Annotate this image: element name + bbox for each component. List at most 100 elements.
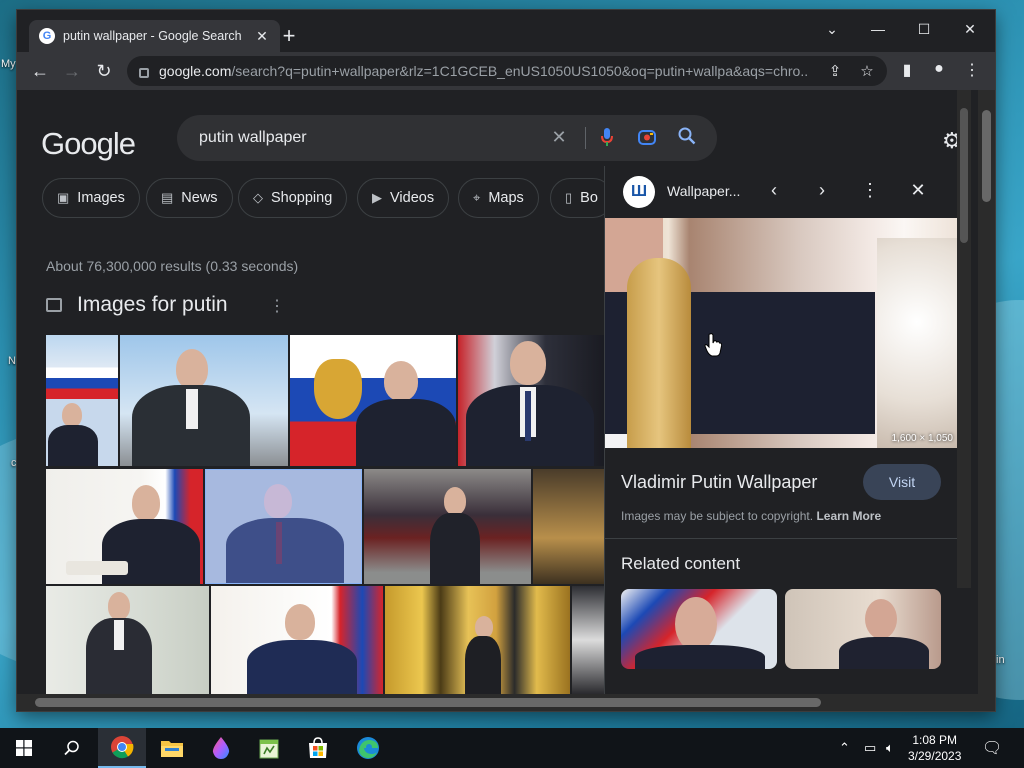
image-result[interactable]: [385, 586, 570, 694]
close-panel-icon[interactable]: ✕: [907, 180, 929, 201]
chevron-right-icon[interactable]: ›: [811, 180, 833, 201]
file-explorer-button[interactable]: [148, 728, 196, 768]
close-window-button[interactable]: ✕: [947, 14, 993, 44]
search-icon[interactable]: [675, 127, 699, 150]
image-result[interactable]: [46, 469, 203, 584]
related-image[interactable]: [621, 589, 777, 669]
chrome-icon: [111, 736, 134, 759]
scroll-thumb[interactable]: [982, 110, 991, 202]
notepad-app-button[interactable]: [245, 728, 293, 768]
edge-icon: [357, 737, 379, 759]
lock-icon[interactable]: [139, 68, 149, 78]
more-options-icon[interactable]: ⋮: [859, 180, 881, 201]
image-result[interactable]: [572, 586, 604, 694]
tab-title: putin wallpaper - Google Search: [63, 29, 242, 43]
windows-taskbar: ⌃ ▭ 🔈︎ 1:08 PM 3/29/2023 🗨︎: [0, 728, 1024, 768]
map-pin-icon: ⌖: [473, 190, 481, 205]
related-image[interactable]: [785, 589, 941, 669]
menu-icon[interactable]: ⋮: [960, 60, 984, 80]
image-icon: [46, 298, 62, 312]
image-result-selected[interactable]: [205, 469, 362, 584]
page-vertical-scrollbar[interactable]: [978, 90, 995, 694]
image-result[interactable]: [364, 469, 531, 584]
forward-button[interactable]: →: [59, 58, 85, 84]
lens-search-icon[interactable]: [635, 127, 659, 152]
page-horizontal-scrollbar[interactable]: [17, 694, 995, 711]
image-result[interactable]: [533, 469, 604, 584]
back-button[interactable]: ←: [27, 58, 53, 84]
scroll-thumb[interactable]: [960, 108, 968, 243]
side-panel-icon[interactable]: ▮: [895, 60, 919, 80]
chip-label: Images: [77, 190, 125, 206]
profile-icon[interactable]: ●: [927, 60, 951, 78]
scroll-thumb[interactable]: [35, 698, 821, 707]
windows-logo-icon: [16, 740, 32, 756]
more-options-icon[interactable]: ⋮: [269, 296, 285, 316]
bookmark-star-icon[interactable]: ☆: [857, 62, 877, 80]
title-bar[interactable]: G putin wallpaper - Google Search ✕ + ⌄ …: [17, 10, 995, 52]
chip-images[interactable]: ▣ Images: [42, 178, 140, 218]
image-result[interactable]: [211, 586, 383, 694]
search-results-page: Google ✕ ⚙ ▣Images ▤News ◇Shopping ▶Vide…: [17, 90, 977, 694]
new-tab-button[interactable]: +: [277, 24, 301, 48]
reload-button[interactable]: ↻: [91, 58, 117, 84]
browser-window: G putin wallpaper - Google Search ✕ + ⌄ …: [17, 10, 995, 711]
image-result[interactable]: [290, 335, 456, 466]
tab-search-button[interactable]: ⌄: [809, 14, 855, 44]
learn-more-link[interactable]: Learn More: [816, 509, 881, 523]
site-name[interactable]: Wallpaper...: [667, 183, 740, 199]
chevron-left-icon[interactable]: ‹: [763, 180, 785, 201]
show-hidden-icons-icon[interactable]: ⌃: [839, 740, 850, 756]
voice-search-icon[interactable]: [595, 127, 619, 152]
tab-close-icon[interactable]: ✕: [254, 28, 270, 45]
paper: [66, 561, 128, 575]
site-logo[interactable]: Ш: [623, 176, 655, 208]
chrome-taskbar-button[interactable]: [98, 728, 146, 768]
notepad-icon: [259, 739, 279, 759]
taskbar-clock[interactable]: 1:08 PM 3/29/2023: [908, 732, 961, 764]
address-bar[interactable]: google.com/search?q=putin+wallpaper&rlz=…: [127, 56, 887, 86]
edge-app-button[interactable]: [344, 728, 392, 768]
image-result[interactable]: [46, 586, 209, 694]
store-bag-icon: [309, 737, 327, 758]
share-icon[interactable]: ⇪: [825, 62, 845, 80]
chip-shopping[interactable]: ◇ Shopping: [238, 178, 348, 218]
volume-icon[interactable]: 🔈︎: [886, 740, 894, 756]
image-preview-panel: Ш Wallpaper... ‹ › ⋮ ✕ 1,600 × 1,050 Vla…: [604, 166, 957, 694]
visit-button[interactable]: Visit: [863, 464, 941, 500]
search-input[interactable]: [199, 129, 539, 147]
start-button[interactable]: [0, 728, 48, 768]
chip-videos[interactable]: ▶ Videos: [357, 178, 450, 218]
maximize-button[interactable]: ☐: [901, 14, 947, 44]
chip-label: Maps: [488, 190, 524, 206]
image-icon: ▣: [57, 190, 70, 205]
chip-news[interactable]: ▤ News: [146, 178, 233, 218]
search-button[interactable]: [48, 728, 96, 768]
url-text[interactable]: google.com/search?q=putin+wallpaper&rlz=…: [159, 63, 809, 79]
image-result[interactable]: [458, 335, 604, 466]
browser-tab[interactable]: G putin wallpaper - Google Search ✕: [29, 20, 280, 52]
panel-divider: [605, 538, 957, 539]
store-app-button[interactable]: [294, 728, 342, 768]
images-section-title[interactable]: Images for putin: [46, 293, 228, 317]
search-divider: [585, 127, 586, 149]
notification-center-icon[interactable]: 🗨︎: [982, 738, 1002, 758]
chip-maps[interactable]: ⌖ Maps: [458, 178, 539, 218]
preview-title[interactable]: Vladimir Putin Wallpaper: [621, 472, 817, 493]
search-icon: [64, 740, 79, 756]
clear-search-icon[interactable]: ✕: [547, 127, 571, 148]
desktop-icon-label[interactable]: in: [996, 654, 1005, 666]
network-icon[interactable]: ▭: [864, 740, 876, 756]
image-result[interactable]: [46, 335, 118, 466]
desktop-icon-label[interactable]: N: [8, 355, 16, 367]
desktop-icon-label[interactable]: c: [11, 457, 17, 469]
google-logo[interactable]: Google: [41, 126, 136, 162]
news-icon: ▤: [161, 190, 174, 205]
minimize-button[interactable]: —: [855, 14, 901, 44]
image-result[interactable]: [120, 335, 288, 466]
panel-scrollbar[interactable]: [957, 90, 971, 588]
paint-app-button[interactable]: [197, 728, 245, 768]
copyright-text: Images may be subject to copyright.: [621, 509, 814, 523]
desktop-icon-label[interactable]: My: [1, 58, 16, 70]
preview-image[interactable]: 1,600 × 1,050: [605, 218, 957, 448]
